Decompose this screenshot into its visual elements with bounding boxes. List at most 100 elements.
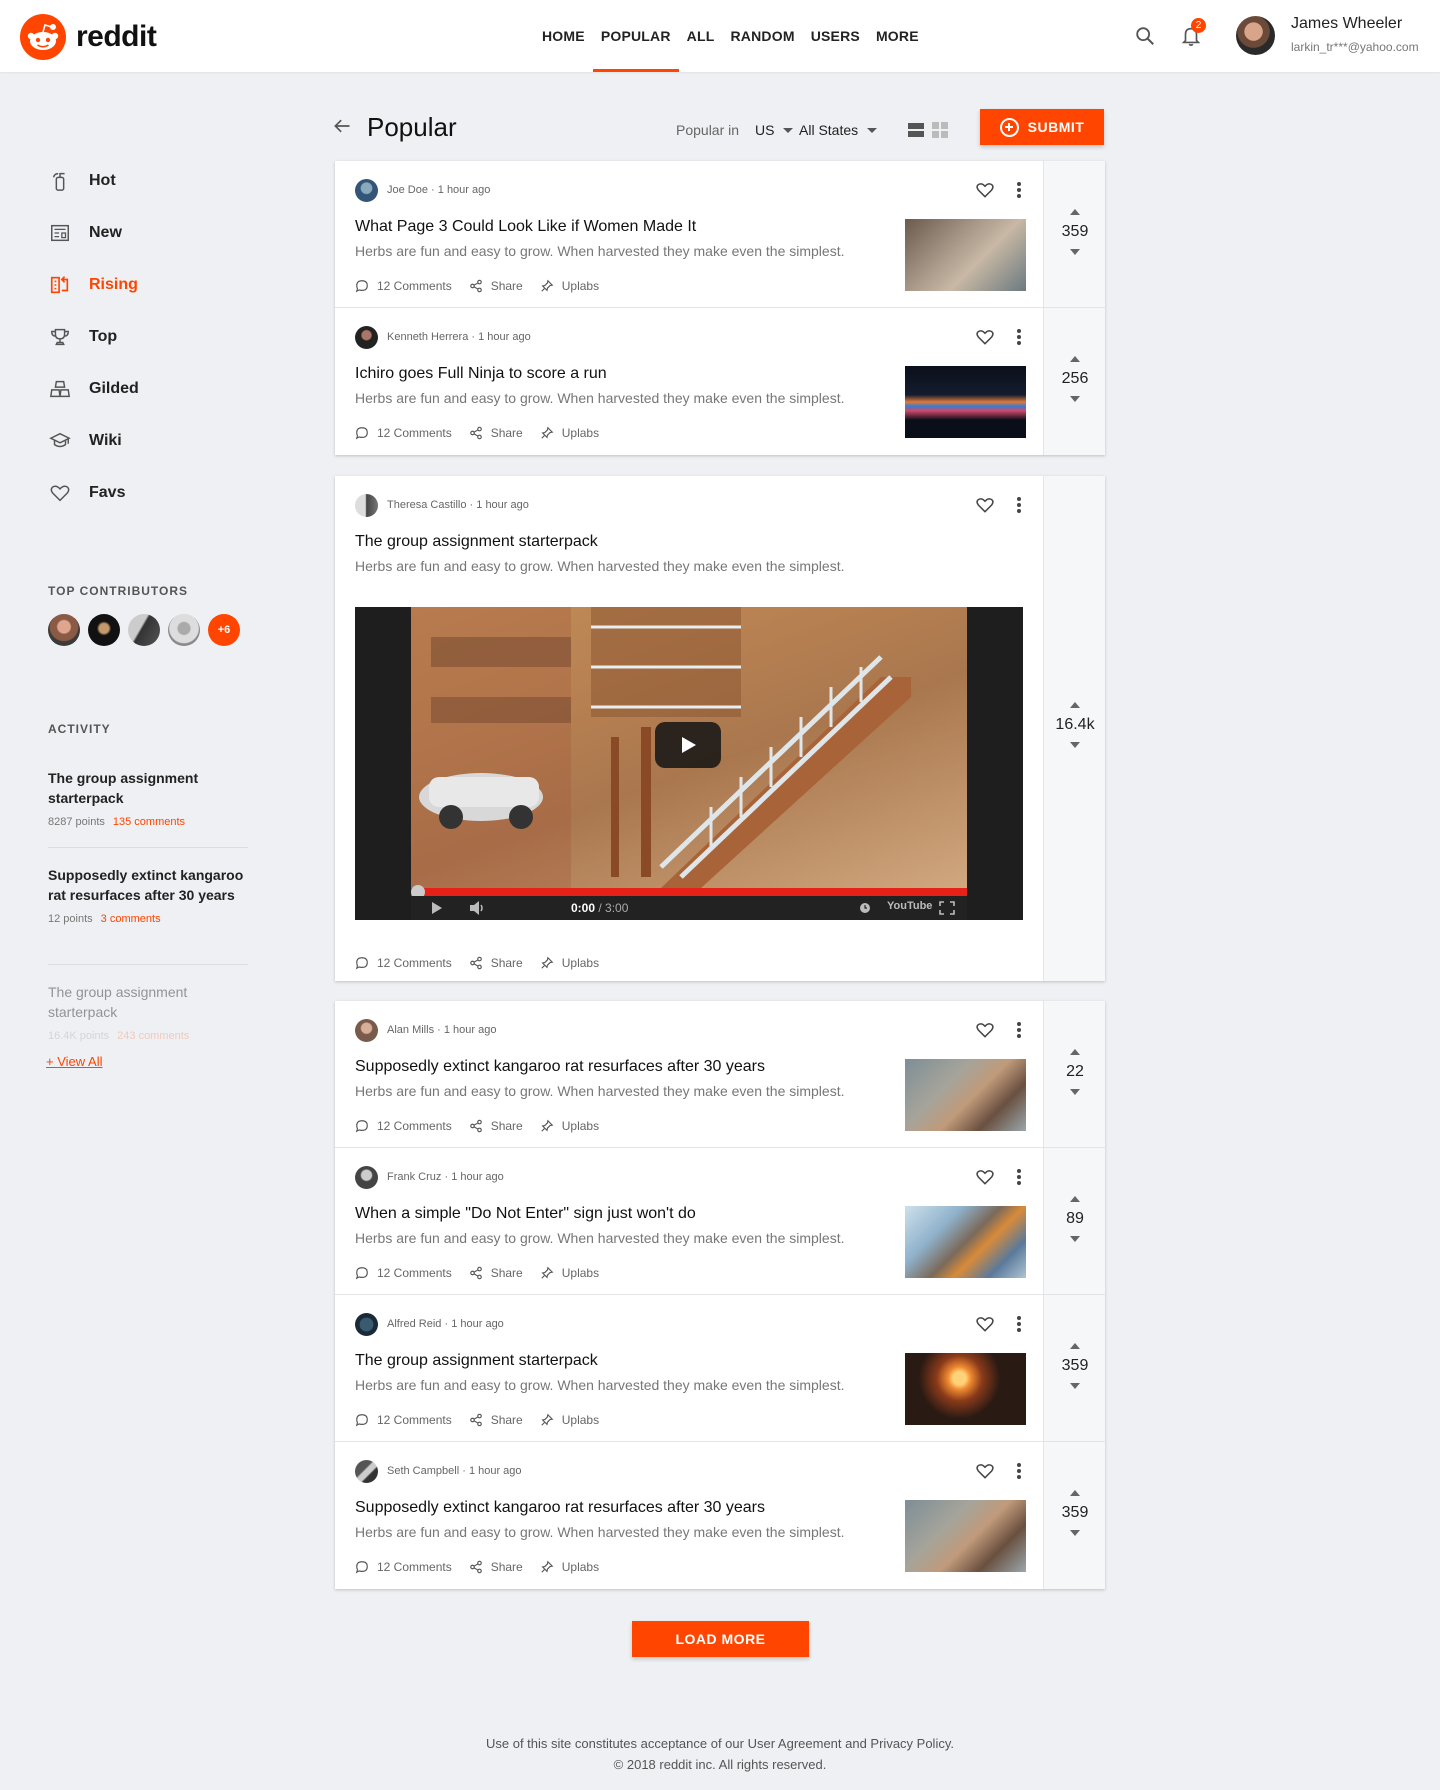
uplabs-button[interactable]: Uplabs — [540, 1119, 599, 1133]
author-name[interactable]: Alfred Reid — [387, 1318, 441, 1330]
post-title[interactable]: When a simple "Do Not Enter" sign just w… — [355, 1205, 696, 1223]
video-player[interactable]: 0:00 / 3:00 YouTube — [355, 607, 1023, 920]
post-title[interactable]: Ichiro goes Full Ninja to score a run — [355, 365, 607, 383]
play-icon[interactable] — [431, 901, 443, 915]
heart-icon[interactable] — [975, 1314, 995, 1334]
heart-icon[interactable] — [975, 1167, 995, 1187]
uplabs-button[interactable]: Uplabs — [540, 1560, 599, 1574]
heart-icon[interactable] — [975, 327, 995, 347]
heart-icon[interactable] — [975, 1461, 995, 1481]
downvote-icon[interactable] — [1070, 1383, 1080, 1389]
author-name[interactable]: Kenneth Herrera — [387, 331, 468, 343]
comments-button[interactable]: 12 Comments — [355, 1266, 452, 1280]
country-select[interactable]: US — [755, 122, 794, 138]
post-card[interactable]: Frank Cruz · 1 hour ago When a simple "D… — [335, 1148, 1105, 1295]
upvote-icon[interactable] — [1070, 1049, 1080, 1055]
post-thumbnail[interactable] — [905, 1353, 1026, 1425]
uplabs-button[interactable]: Uplabs — [540, 426, 599, 440]
post-title[interactable]: The group assignment starterpack — [355, 1352, 598, 1370]
upvote-icon[interactable] — [1070, 356, 1080, 362]
search-icon[interactable] — [1134, 25, 1156, 47]
post-thumbnail[interactable] — [905, 1500, 1026, 1572]
downvote-icon[interactable] — [1070, 1089, 1080, 1095]
contributor-avatar[interactable] — [48, 614, 80, 646]
heart-icon[interactable] — [975, 495, 995, 515]
upvote-icon[interactable] — [1070, 702, 1080, 708]
upvote-icon[interactable] — [1070, 1490, 1080, 1496]
author-avatar[interactable] — [355, 1019, 378, 1042]
post-thumbnail[interactable] — [905, 366, 1026, 438]
contributor-avatar[interactable] — [88, 614, 120, 646]
post-thumbnail[interactable] — [905, 219, 1026, 291]
volume-icon[interactable] — [469, 901, 487, 915]
play-button[interactable] — [655, 722, 721, 768]
user-avatar[interactable] — [1236, 16, 1275, 55]
author-name[interactable]: Frank Cruz — [387, 1171, 441, 1183]
view-all-link[interactable]: + View All — [46, 1054, 103, 1069]
downvote-icon[interactable] — [1070, 1236, 1080, 1242]
post-card[interactable]: Alfred Reid · 1 hour ago The group assig… — [335, 1295, 1105, 1442]
author-name[interactable]: Joe Doe — [387, 184, 428, 196]
post-title[interactable]: Supposedly extinct kangaroo rat resurfac… — [355, 1058, 765, 1076]
share-button[interactable]: Share — [469, 426, 523, 440]
activity-item[interactable]: The group assignment starterpack 16.4K p… — [48, 982, 248, 1042]
sidebar-item-gilded[interactable]: Gilded — [48, 375, 139, 403]
share-button[interactable]: Share — [469, 956, 523, 970]
post-card[interactable]: Alan Mills · 1 hour ago Supposedly extin… — [335, 1001, 1105, 1148]
share-button[interactable]: Share — [469, 1560, 523, 1574]
heart-icon[interactable] — [975, 180, 995, 200]
author-avatar[interactable] — [355, 1166, 378, 1189]
activity-comments[interactable]: 3 comments — [101, 913, 161, 925]
back-arrow-icon[interactable] — [332, 116, 352, 136]
share-button[interactable]: Share — [469, 279, 523, 293]
downvote-icon[interactable] — [1070, 742, 1080, 748]
sidebar-item-top[interactable]: Top — [48, 323, 117, 351]
upvote-icon[interactable] — [1070, 1196, 1080, 1202]
author-avatar[interactable] — [355, 1313, 378, 1336]
comments-button[interactable]: 12 Comments — [355, 956, 452, 970]
uplabs-button[interactable]: Uplabs — [540, 956, 599, 970]
activity-comments[interactable]: 243 comments — [117, 1030, 189, 1042]
more-vert-icon[interactable] — [1016, 1462, 1022, 1480]
more-contributors-badge[interactable]: +6 — [208, 614, 240, 646]
more-vert-icon[interactable] — [1016, 1021, 1022, 1039]
author-name[interactable]: Theresa Castillo — [387, 499, 466, 511]
uplabs-button[interactable]: Uplabs — [540, 1413, 599, 1427]
activity-item[interactable]: The group assignment starterpack 8287 po… — [48, 768, 248, 828]
share-button[interactable]: Share — [469, 1266, 523, 1280]
nav-home[interactable]: HOME — [534, 0, 593, 72]
post-title[interactable]: The group assignment starterpack — [355, 533, 598, 551]
more-vert-icon[interactable] — [1016, 181, 1022, 199]
nav-more[interactable]: MORE — [868, 0, 927, 72]
comments-button[interactable]: 12 Comments — [355, 1413, 452, 1427]
uplabs-button[interactable]: Uplabs — [540, 1266, 599, 1280]
comments-button[interactable]: 12 Comments — [355, 1119, 452, 1133]
comments-button[interactable]: 12 Comments — [355, 279, 452, 293]
load-more-button[interactable]: LOAD MORE — [632, 1621, 809, 1657]
sidebar-item-rising[interactable]: Rising — [48, 271, 138, 299]
share-button[interactable]: Share — [469, 1119, 523, 1133]
state-select[interactable]: All States — [799, 122, 878, 138]
post-thumbnail[interactable] — [905, 1059, 1026, 1131]
activity-item[interactable]: Supposedly extinct kangaroo rat resurfac… — [48, 865, 248, 925]
sidebar-item-wiki[interactable]: Wiki — [48, 427, 122, 455]
nav-random[interactable]: RANDOM — [723, 0, 803, 72]
author-avatar[interactable] — [355, 326, 378, 349]
sidebar-item-hot[interactable]: Hot — [48, 167, 116, 195]
nav-all[interactable]: ALL — [679, 0, 723, 72]
more-vert-icon[interactable] — [1016, 1168, 1022, 1186]
post-thumbnail[interactable] — [905, 1206, 1026, 1278]
sidebar-item-favs[interactable]: Favs — [48, 479, 125, 507]
post-title[interactable]: What Page 3 Could Look Like if Women Mad… — [355, 218, 696, 236]
more-vert-icon[interactable] — [1016, 1315, 1022, 1333]
youtube-logo[interactable]: YouTube — [887, 900, 932, 912]
author-name[interactable]: Seth Campbell — [387, 1465, 459, 1477]
grid-view-icon[interactable] — [932, 122, 948, 138]
heart-icon[interactable] — [975, 1020, 995, 1040]
downvote-icon[interactable] — [1070, 1530, 1080, 1536]
more-vert-icon[interactable] — [1016, 496, 1022, 514]
list-view-icon[interactable] — [908, 122, 924, 138]
comments-button[interactable]: 12 Comments — [355, 1560, 452, 1574]
upvote-icon[interactable] — [1070, 1343, 1080, 1349]
submit-button[interactable]: SUBMIT — [980, 109, 1104, 145]
